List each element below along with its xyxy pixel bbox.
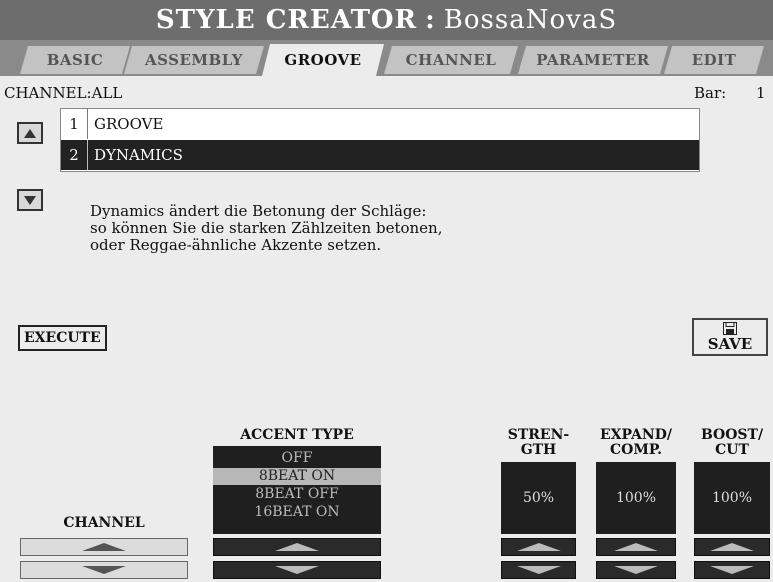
- save-label: SAVE: [707, 334, 753, 353]
- accent-type-label: ACCENT TYPE: [240, 427, 354, 443]
- list-item-label: DYNAMICS: [94, 146, 183, 164]
- channel-label: CHANNEL: [63, 515, 145, 531]
- tab-assembly[interactable]: ASSEMBLY: [124, 46, 264, 74]
- triangle-up-icon: [710, 543, 754, 551]
- triangle-up-icon: [614, 543, 658, 551]
- expand-comp-up-button[interactable]: [596, 538, 676, 556]
- triangle-down-icon: [614, 566, 658, 574]
- triangle-down-icon: [82, 566, 126, 574]
- title-separator: :: [425, 5, 436, 35]
- tab-channel[interactable]: CHANNEL: [384, 46, 518, 74]
- list-item-groove[interactable]: 1 GROOVE: [61, 109, 699, 139]
- bar-value: 1: [756, 84, 766, 102]
- tab-edit[interactable]: EDIT: [664, 46, 764, 74]
- strength-up-button[interactable]: [501, 538, 576, 556]
- triangle-down-icon: [24, 195, 36, 205]
- triangle-up-icon: [516, 543, 561, 551]
- list-item-number: 1: [61, 109, 88, 139]
- strength-label: STREN- GTH: [507, 427, 570, 458]
- expand-comp-label: EXPAND/ COMP.: [600, 427, 672, 458]
- save-button[interactable]: SAVE: [692, 318, 768, 356]
- triangle-up-icon: [82, 543, 126, 551]
- accent-type-up-button[interactable]: [213, 538, 381, 556]
- tab-parameter[interactable]: PARAMETER: [518, 46, 668, 74]
- accent-option-8beat-on[interactable]: 8BEAT ON: [213, 468, 381, 485]
- triangle-down-icon: [710, 566, 754, 574]
- triangle-down-icon: [516, 566, 561, 574]
- boost-cut-value: 100%: [694, 462, 770, 534]
- boost-cut-up-button[interactable]: [694, 538, 770, 556]
- description-line: Dynamics ändert die Betonung der Schläge…: [90, 202, 427, 220]
- function-description: Dynamics ändert die Betonung der Schläge…: [90, 203, 650, 254]
- accent-option-8beat-off[interactable]: 8BEAT OFF: [213, 486, 381, 503]
- expand-comp-down-button[interactable]: [596, 561, 676, 579]
- boost-cut-label: BOOST/ CUT: [700, 427, 764, 458]
- style-name: BossaNovaS: [443, 5, 618, 35]
- accent-option-off[interactable]: OFF: [213, 450, 381, 467]
- accent-option-16beat-on[interactable]: 16BEAT ON: [213, 504, 381, 521]
- triangle-up-icon: [24, 128, 36, 138]
- channel-indicator: CHANNEL:ALL: [4, 84, 123, 102]
- triangle-down-icon: [275, 566, 319, 574]
- channel-down-button[interactable]: [20, 561, 188, 579]
- bar-label: Bar:: [694, 84, 727, 102]
- accent-type-down-button[interactable]: [213, 561, 381, 579]
- tab-groove[interactable]: GROOVE: [262, 44, 384, 76]
- tab-basic[interactable]: BASIC: [20, 46, 130, 74]
- list-scroll-up-button[interactable]: [17, 122, 43, 144]
- boost-cut-down-button[interactable]: [694, 561, 770, 579]
- list-item-number: 2: [61, 140, 88, 170]
- accent-type-selector[interactable]: OFF 8BEAT ON 8BEAT OFF 16BEAT ON: [213, 446, 381, 534]
- execute-button[interactable]: EXECUTE: [18, 325, 107, 351]
- description-line: oder Reggae-ähnliche Akzente setzen.: [90, 236, 382, 254]
- tab-bar: BASIC ASSEMBLY GROOVE CHANNEL PARAMETER …: [0, 40, 773, 76]
- floppy-disk-icon: [723, 321, 737, 335]
- groove-function-list: 1 GROOVE 2 DYNAMICS: [60, 108, 700, 172]
- list-item-dynamics[interactable]: 2 DYNAMICS: [61, 140, 699, 170]
- title-prefix: STYLE CREATOR: [155, 5, 418, 35]
- expand-comp-value: 100%: [596, 462, 676, 534]
- strength-down-button[interactable]: [501, 561, 576, 579]
- triangle-up-icon: [275, 543, 319, 551]
- strength-value: 50%: [501, 462, 576, 534]
- title-bar: STYLE CREATOR : BossaNovaS: [0, 0, 773, 40]
- channel-up-button[interactable]: [20, 538, 188, 556]
- list-item-label: GROOVE: [94, 115, 164, 133]
- description-line: so können Sie die starken Zählzeiten bet…: [90, 219, 443, 237]
- list-scroll-down-button[interactable]: [17, 189, 43, 211]
